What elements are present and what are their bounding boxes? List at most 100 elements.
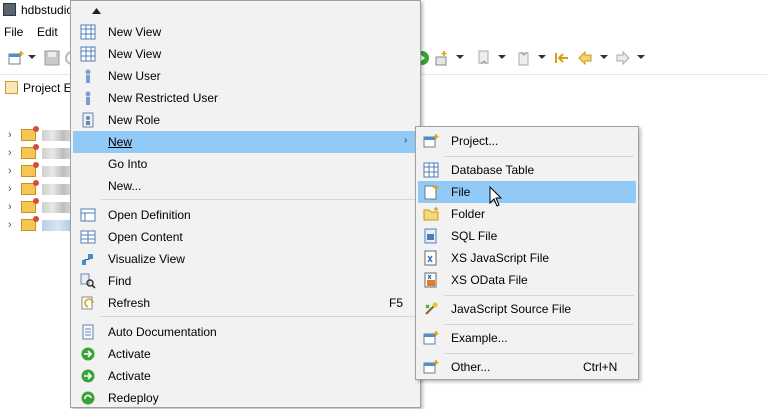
menu-item-label: New [108, 135, 133, 149]
menu-item-new-view[interactable]: New View [73, 21, 418, 43]
menu-item-label: New View [108, 47, 162, 61]
menu-separator [101, 199, 417, 200]
project-folder-icon [21, 216, 39, 231]
chevron-right-icon[interactable]: › [8, 147, 12, 159]
menu-item-find[interactable]: Find [73, 270, 418, 292]
menu-item-label: Database Table [451, 163, 535, 177]
table-view-icon [80, 46, 96, 62]
dropdown-arrow-icon[interactable] [28, 55, 36, 59]
submenu-item-file[interactable]: File [418, 181, 636, 203]
tab-project-explorer[interactable]: Project E [0, 76, 76, 100]
menu-item-label: Go Into [108, 157, 148, 171]
menu-edit[interactable]: Edit [37, 25, 58, 39]
dropdown-arrow-icon[interactable] [456, 55, 464, 59]
menu-item-activate[interactable]: Activate [73, 343, 418, 365]
project-folder-icon [21, 162, 39, 177]
new-file-icon [424, 185, 439, 200]
chevron-right-icon[interactable]: › [8, 165, 12, 177]
other-icon [423, 360, 439, 374]
back-icon[interactable] [577, 50, 593, 66]
tree-item[interactable]: › [8, 162, 74, 180]
menu-item-label: New View [108, 25, 162, 39]
forward-icon[interactable] [615, 50, 631, 66]
annotation-icon[interactable] [434, 50, 450, 66]
tree-item[interactable]: › [8, 198, 74, 216]
scroll-up-icon[interactable] [92, 8, 101, 14]
chevron-right-icon[interactable]: › [8, 219, 12, 231]
menu-item-label: Auto Documentation [108, 325, 217, 339]
dropdown-arrow-icon[interactable] [637, 55, 645, 59]
user-icon [85, 69, 91, 83]
menu-item-label: Open Content [108, 230, 183, 244]
menu-item-label: Folder [451, 207, 486, 221]
new-submenu: Project... Database Table File Folder SQ… [415, 126, 639, 380]
new-project-icon [423, 134, 439, 148]
menu-item-label: Activate [108, 369, 151, 383]
menu-item-label: New... [108, 179, 142, 193]
role-icon [82, 112, 94, 128]
tree-item-selected[interactable]: › [8, 216, 74, 234]
chevron-right-icon[interactable]: › [8, 183, 12, 195]
menu-item-visualize-view[interactable]: Visualize View [73, 248, 418, 270]
chevron-right-icon[interactable]: › [8, 129, 12, 141]
submenu-item-xs-odata-file[interactable]: XS OData File [418, 269, 636, 291]
menu-item-auto-documentation[interactable]: Auto Documentation [73, 321, 418, 343]
submenu-item-folder[interactable]: Folder [418, 203, 636, 225]
menu-item-new-role[interactable]: New Role [73, 109, 418, 131]
new-wizard-icon[interactable] [8, 50, 24, 66]
menu-item-new-ellipsis[interactable]: New... [73, 175, 418, 197]
submenu-arrow-icon: › [404, 135, 408, 146]
shortcut-label: Ctrl+N [583, 360, 618, 374]
last-edit-icon[interactable] [554, 50, 570, 66]
next-annotation-icon[interactable] [476, 50, 492, 66]
menu-item-redeploy[interactable]: Redeploy [73, 387, 418, 409]
dropdown-arrow-icon[interactable] [538, 55, 546, 59]
tree-item[interactable]: › [8, 144, 74, 162]
project-folder-icon [21, 198, 39, 213]
menu-separator [444, 295, 634, 296]
refresh-icon [81, 296, 94, 310]
menu-item-go-into[interactable]: Go Into [73, 153, 418, 175]
dropdown-arrow-icon[interactable] [600, 55, 608, 59]
menu-separator [444, 156, 634, 157]
menu-item-open-content[interactable]: Open Content [73, 226, 418, 248]
menu-item-refresh[interactable]: Refresh F5 [73, 292, 418, 314]
app-icon [3, 3, 16, 16]
chevron-right-icon[interactable]: › [8, 201, 12, 213]
menu-item-label: Visualize View [108, 252, 185, 266]
prev-annotation-icon[interactable] [516, 50, 532, 66]
document-icon [82, 324, 94, 340]
submenu-item-sql-file[interactable]: SQL File [418, 225, 636, 247]
project-folder-icon [21, 144, 39, 159]
visualize-icon [82, 254, 93, 265]
tree-item[interactable]: › [8, 180, 74, 198]
menu-item-label: Open Definition [108, 208, 191, 222]
dropdown-arrow-icon[interactable] [498, 55, 506, 59]
submenu-item-xs-javascript-file[interactable]: XS JavaScript File [418, 247, 636, 269]
submenu-item-database-table[interactable]: Database Table [418, 159, 636, 181]
shortcut-label: F5 [389, 296, 404, 310]
example-icon [423, 331, 439, 345]
tab-label: Project E [23, 81, 72, 95]
submenu-item-javascript-source-file[interactable]: JavaScript Source File [418, 298, 636, 320]
submenu-item-project[interactable]: Project... [418, 130, 636, 152]
menu-item-open-definition[interactable]: Open Definition [73, 204, 418, 226]
odata-file-icon [424, 272, 437, 288]
menu-file[interactable]: File [4, 25, 23, 39]
submenu-item-other[interactable]: Other... Ctrl+N [418, 356, 636, 378]
menu-item-label: File [451, 185, 471, 199]
menu-item-new-submenu[interactable]: New › [73, 131, 418, 153]
activate-icon [81, 369, 95, 383]
menu-item-new-user[interactable]: New User [73, 65, 418, 87]
sql-file-icon [424, 228, 437, 244]
menu-item-activate[interactable]: Activate [73, 365, 418, 387]
save-icon[interactable] [44, 50, 60, 66]
definition-icon [80, 208, 96, 222]
menu-item-new-view[interactable]: New View [73, 43, 418, 65]
menu-item-new-restricted-user[interactable]: New Restricted User [73, 87, 418, 109]
js-file-icon [424, 250, 437, 266]
menu-item-label: XS OData File [451, 273, 528, 287]
submenu-item-example[interactable]: Example... [418, 327, 636, 349]
tree-item[interactable]: › [8, 126, 74, 144]
project-folder-icon [21, 126, 39, 141]
